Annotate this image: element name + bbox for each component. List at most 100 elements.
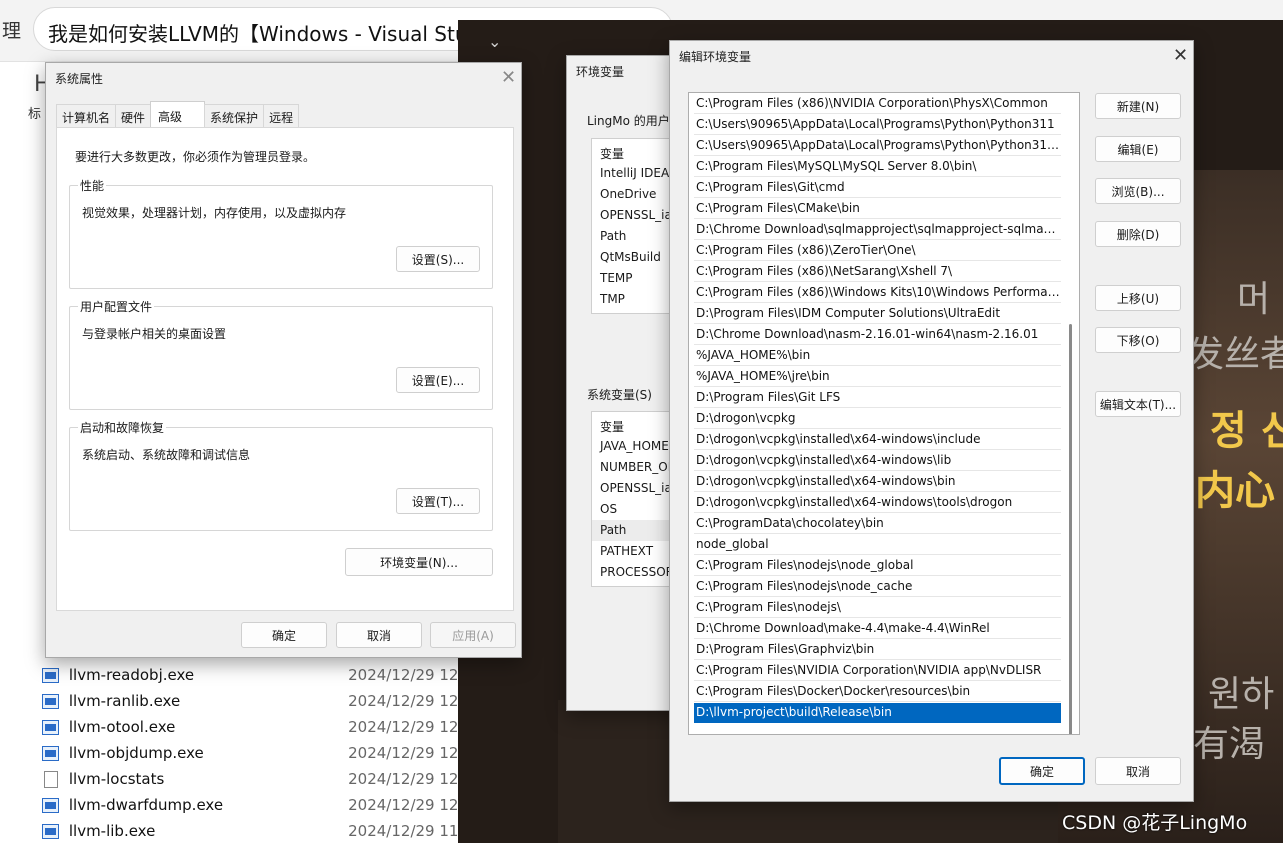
- tab-computer-name[interactable]: 计算机名: [56, 104, 117, 127]
- file-name: llvm-lib.exe: [68, 822, 156, 840]
- group-description: 系统启动、系统故障和调试信息: [82, 448, 251, 462]
- path-entry[interactable]: %JAVA_HOME%\bin: [694, 346, 1061, 366]
- path-entry[interactable]: C:\Program Files\MySQL\MySQL Server 8.0\…: [694, 157, 1061, 177]
- path-entry[interactable]: C:\Program Files (x86)\Windows Kits\10\W…: [694, 283, 1061, 303]
- path-entry[interactable]: C:\Program Files\Git\cmd: [694, 178, 1061, 198]
- file-row[interactable]: llvm-locstats 2024/12/29 12:: [42, 766, 462, 792]
- exe-file-icon: [42, 823, 59, 839]
- group-title: 启动和故障恢复: [78, 419, 167, 436]
- file-name: llvm-otool.exe: [68, 718, 176, 736]
- path-entry[interactable]: node_global: [694, 535, 1061, 555]
- file-date: 2024/12/29 11:: [348, 822, 463, 840]
- move-up-button[interactable]: 上移(U): [1095, 285, 1181, 311]
- vertical-scrollbar[interactable]: [1069, 324, 1072, 734]
- admin-note: 要进行大多数更改，你必须作为管理员登录。: [75, 150, 316, 164]
- browse-button[interactable]: 浏览(B)...: [1095, 178, 1181, 204]
- path-entry[interactable]: C:\Program Files (x86)\ZeroTier\One\: [694, 241, 1061, 261]
- path-entry[interactable]: C:\Program Files\Docker\Docker\resources…: [694, 682, 1061, 702]
- watermark-text: CSDN @花子LingMo: [1062, 812, 1248, 834]
- group-title: 性能: [78, 177, 107, 194]
- chevron-down-icon[interactable]: ⌄: [488, 32, 501, 51]
- user-profiles-settings-button[interactable]: 设置(E)...: [396, 367, 480, 393]
- tab-advanced[interactable]: 高级: [150, 101, 206, 127]
- performance-group: 性能 视觉效果，处理器计划，内存使用，以及虚拟内存 设置(S)...: [69, 177, 493, 289]
- user-vars-section-label: LingMo 的用户: [587, 114, 670, 128]
- new-button[interactable]: 新建(N): [1095, 93, 1181, 119]
- file-date: 2024/12/29 12:: [348, 692, 463, 710]
- path-entry[interactable]: C:\Program Files\nodejs\: [694, 598, 1061, 618]
- tab-remote[interactable]: 远程: [263, 104, 300, 127]
- explorer-left-label: 理: [2, 20, 22, 42]
- edit-text-button[interactable]: 编辑文本(T)...: [1095, 391, 1181, 417]
- path-entry[interactable]: %JAVA_HOME%\jre\bin: [694, 367, 1061, 387]
- path-entry[interactable]: D:\Chrome Download\sqlmapproject\sqlmapp…: [694, 220, 1061, 240]
- path-entry[interactable]: C:\Program Files (x86)\NetSarang\Xshell …: [694, 262, 1061, 282]
- dialog-title: 编辑环境变量: [679, 50, 752, 64]
- system-vars-section-label: 系统变量(S): [587, 388, 652, 402]
- tab-hardware[interactable]: 硬件: [115, 104, 152, 127]
- path-entry[interactable]: D:\drogon\vcpkg\installed\x64-windows\in…: [694, 430, 1061, 450]
- move-down-button[interactable]: 下移(O): [1095, 327, 1181, 353]
- file-name: llvm-dwarfdump.exe: [68, 796, 224, 814]
- performance-settings-button[interactable]: 设置(S)...: [396, 246, 480, 272]
- path-entry[interactable]: D:\Chrome Download\make-4.4\make-4.4\Win…: [694, 619, 1061, 639]
- path-entry[interactable]: D:\Program Files\Graphviz\bin: [694, 640, 1061, 660]
- overlay-text: 内心: [1195, 468, 1275, 514]
- file-name: llvm-locstats: [68, 770, 165, 788]
- group-title: 用户配置文件: [78, 298, 155, 315]
- path-entry[interactable]: D:\drogon\vcpkg\installed\x64-windows\li…: [694, 451, 1061, 471]
- path-entry-selected[interactable]: D:\llvm-project\build\Release\bin: [694, 703, 1061, 723]
- path-entry[interactable]: C:\Program Files\NVIDIA Corporation\NVID…: [694, 661, 1061, 681]
- exe-file-icon: [42, 745, 59, 761]
- file-row[interactable]: llvm-otool.exe 2024/12/29 12:: [42, 714, 462, 740]
- file-row[interactable]: llvm-objdump.exe 2024/12/29 12:: [42, 740, 462, 766]
- ok-button[interactable]: 确定: [999, 757, 1085, 785]
- edit-button[interactable]: 编辑(E): [1095, 136, 1181, 162]
- path-entry[interactable]: C:\Users\90965\AppData\Local\Programs\Py…: [694, 115, 1061, 135]
- close-icon[interactable]: ✕: [501, 69, 516, 87]
- path-entry[interactable]: C:\Program Files\nodejs\node_global: [694, 556, 1061, 576]
- exe-file-icon: [42, 667, 59, 683]
- exe-file-icon: [42, 693, 59, 709]
- group-description: 与登录帐户相关的桌面设置: [82, 327, 227, 341]
- path-entry[interactable]: C:\Program Files (x86)\NVIDIA Corporatio…: [694, 94, 1061, 114]
- file-row[interactable]: llvm-readobj.exe 2024/12/29 12:: [42, 662, 462, 688]
- file-name: llvm-objdump.exe: [68, 744, 204, 762]
- file-row[interactable]: llvm-dwarfdump.exe 2024/12/29 12:: [42, 792, 462, 818]
- path-entry[interactable]: D:\Chrome Download\nasm-2.16.01-win64\na…: [694, 325, 1061, 345]
- explorer-column-label: 标: [28, 107, 42, 122]
- overlay-text: 머: [1237, 279, 1271, 320]
- path-entry[interactable]: C:\ProgramData\chocolatey\bin: [694, 514, 1061, 534]
- exe-file-icon: [42, 797, 59, 813]
- overlay-text: 有渴: [1193, 724, 1266, 765]
- path-entry[interactable]: D:\Program Files\Git LFS: [694, 388, 1061, 408]
- startup-recovery-group: 启动和故障恢复 系统启动、系统故障和调试信息 设置(T)...: [69, 419, 493, 531]
- file-date: 2024/12/29 12:: [348, 666, 463, 684]
- file-row[interactable]: llvm-lib.exe 2024/12/29 11:: [42, 818, 462, 843]
- tab-system-protection[interactable]: 系统保护: [204, 104, 265, 127]
- path-entry[interactable]: D:\drogon\vcpkg: [694, 409, 1061, 429]
- path-entry[interactable]: C:\Users\90965\AppData\Local\Programs\Py…: [694, 136, 1061, 156]
- ok-button[interactable]: 确定: [241, 622, 327, 648]
- dialog-title: 环境变量: [576, 65, 625, 79]
- cancel-button[interactable]: 取消: [1095, 757, 1181, 785]
- overlay-text: 发丝者: [1188, 334, 1283, 375]
- apply-button[interactable]: 应用(A): [430, 622, 516, 648]
- path-entry[interactable]: D:\drogon\vcpkg\installed\x64-windows\to…: [694, 493, 1061, 513]
- group-description: 视觉效果，处理器计划，内存使用，以及虚拟内存: [82, 206, 347, 220]
- path-entry[interactable]: D:\Program Files\IDM Computer Solutions\…: [694, 304, 1061, 324]
- delete-button[interactable]: 删除(D): [1095, 221, 1181, 247]
- file-date: 2024/12/29 12:: [348, 744, 463, 762]
- file-row[interactable]: llvm-ranlib.exe 2024/12/29 12:: [42, 688, 462, 714]
- close-icon[interactable]: ✕: [1173, 47, 1188, 65]
- environment-variables-button[interactable]: 环境变量(N)...: [345, 548, 493, 576]
- edit-environment-variable-dialog: 编辑环境变量 ✕ C:\Program Files (x86)\NVIDIA C…: [669, 40, 1194, 802]
- exe-file-icon: [42, 719, 59, 735]
- path-entries-list[interactable]: C:\Program Files (x86)\NVIDIA Corporatio…: [688, 92, 1080, 735]
- file-date: 2024/12/29 12:: [348, 796, 463, 814]
- path-entry[interactable]: C:\Program Files\CMake\bin: [694, 199, 1061, 219]
- path-entry[interactable]: C:\Program Files\nodejs\node_cache: [694, 577, 1061, 597]
- startup-recovery-settings-button[interactable]: 设置(T)...: [396, 488, 480, 514]
- cancel-button[interactable]: 取消: [336, 622, 422, 648]
- path-entry[interactable]: D:\drogon\vcpkg\installed\x64-windows\bi…: [694, 472, 1061, 492]
